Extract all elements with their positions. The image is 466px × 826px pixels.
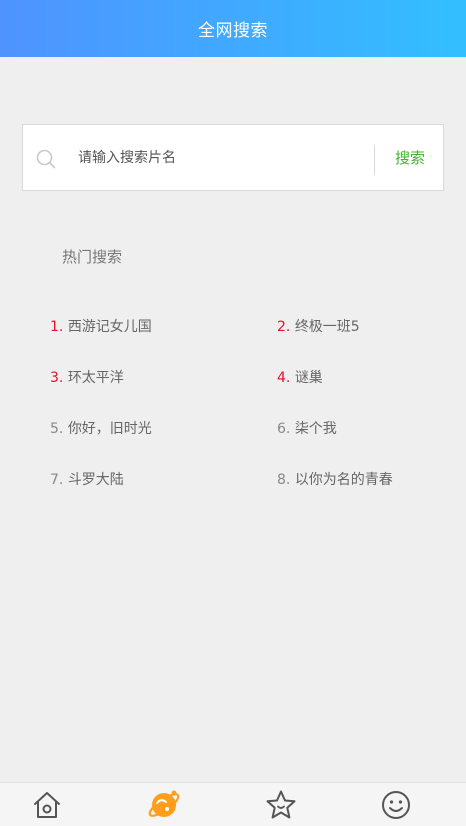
hot-search-name: 以你为名的青春 — [294, 472, 393, 488]
hot-search-name: 你好，旧时光 — [67, 421, 152, 437]
hot-search-rank: 7. — [50, 472, 64, 488]
hot-search-rank: 2. — [277, 319, 291, 335]
hot-search-name: 谜巢 — [294, 370, 323, 386]
hot-search-title: 热门搜索 — [62, 248, 123, 266]
smiley-icon — [382, 791, 410, 819]
hot-search-rank: 1. — [50, 319, 64, 335]
hot-search-name: 终极一班5 — [294, 319, 360, 335]
hot-search-name: 斗罗大陆 — [67, 472, 124, 488]
hot-search-item[interactable]: 3. 环太平洋 — [50, 367, 124, 387]
hot-search-name: 西游记女儿国 — [67, 319, 152, 335]
hot-search-name: 柒个我 — [294, 421, 337, 437]
tab-discover[interactable] — [147, 788, 181, 822]
hot-search-rank: 8. — [277, 472, 291, 488]
hot-search-item[interactable]: 2. 终极一班5 — [277, 316, 360, 336]
star-icon — [266, 790, 296, 819]
hot-search-item[interactable]: 7. 斗罗大陆 — [50, 469, 124, 489]
planet-icon — [148, 790, 180, 817]
search-input[interactable] — [78, 143, 358, 173]
home-icon — [34, 792, 60, 818]
hot-search-rank: 3. — [50, 370, 64, 386]
hot-search-rank: 6. — [277, 421, 291, 437]
hot-search-item[interactable]: 4. 谜巢 — [277, 367, 323, 387]
tab-favorites[interactable] — [264, 788, 298, 822]
top-bar: 全网搜索 — [0, 0, 466, 57]
hot-search-item[interactable]: 1. 西游记女儿国 — [50, 316, 152, 336]
hot-search-rank: 5. — [50, 421, 64, 437]
search-button[interactable]: 搜索 — [376, 125, 444, 190]
search-divider — [374, 145, 375, 175]
hot-search-item[interactable]: 6. 柒个我 — [277, 418, 337, 438]
hot-search-name: 环太平洋 — [67, 370, 124, 386]
bottom-tab-bar — [0, 782, 466, 826]
search-icon — [36, 149, 56, 169]
page-title: 全网搜索 — [198, 21, 268, 41]
hot-search-item[interactable]: 8. 以你为名的青春 — [277, 469, 393, 489]
hot-search-item[interactable]: 5. 你好，旧时光 — [50, 418, 152, 438]
tab-profile[interactable] — [379, 788, 413, 822]
search-box: 搜索 — [22, 124, 444, 191]
hot-search-rank: 4. — [277, 370, 291, 386]
tab-home[interactable] — [30, 788, 64, 822]
